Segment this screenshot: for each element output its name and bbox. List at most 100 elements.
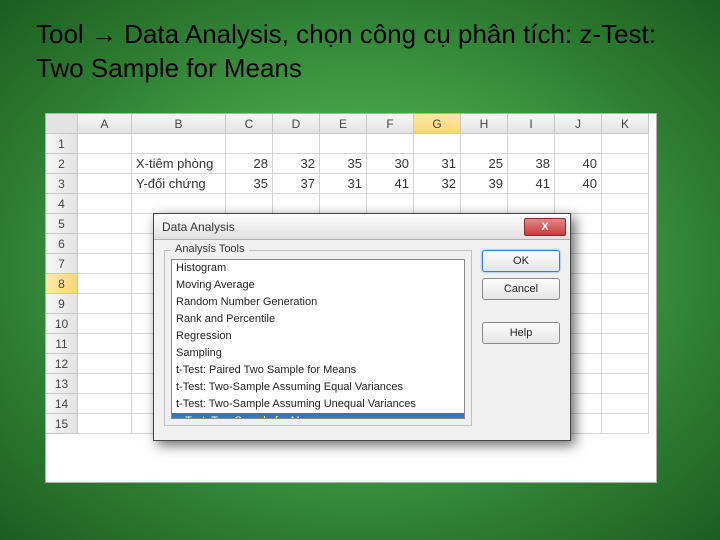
cell[interactable]: 38 [508, 154, 555, 174]
cell[interactable] [273, 194, 320, 214]
cell[interactable] [555, 134, 602, 154]
cell[interactable]: Y-đối chứng [132, 174, 226, 194]
cell[interactable] [602, 174, 649, 194]
cell[interactable]: 35 [226, 174, 273, 194]
cell[interactable] [226, 194, 273, 214]
cell[interactable] [602, 334, 649, 354]
cell[interactable] [367, 194, 414, 214]
cell[interactable] [78, 274, 132, 294]
analysis-tools-listbox[interactable]: HistogramMoving AverageRandom Number Gen… [171, 259, 465, 419]
cell[interactable] [602, 214, 649, 234]
cell[interactable]: 39 [461, 174, 508, 194]
cell[interactable]: 40 [555, 174, 602, 194]
row-header[interactable]: 2 [46, 154, 78, 174]
cell[interactable] [132, 194, 226, 214]
cell[interactable]: 40 [555, 154, 602, 174]
help-button[interactable]: Help [482, 322, 560, 344]
cell[interactable] [78, 394, 132, 414]
cell[interactable] [78, 234, 132, 254]
cell[interactable] [602, 194, 649, 214]
column-header[interactable]: C [226, 114, 273, 134]
cell[interactable] [78, 294, 132, 314]
cell[interactable] [78, 174, 132, 194]
cell[interactable]: 30 [367, 154, 414, 174]
row-header[interactable]: 8 [46, 274, 78, 294]
column-header[interactable]: H [461, 114, 508, 134]
list-item[interactable]: Rank and Percentile [172, 311, 464, 328]
cell[interactable]: 28 [226, 154, 273, 174]
cell[interactable] [414, 194, 461, 214]
cell[interactable]: 32 [414, 174, 461, 194]
cell[interactable]: 41 [508, 174, 555, 194]
column-header[interactable]: A [78, 114, 132, 134]
cell[interactable]: 31 [414, 154, 461, 174]
cell[interactable] [602, 414, 649, 434]
cell[interactable] [602, 314, 649, 334]
cell[interactable] [367, 134, 414, 154]
row-header[interactable]: 12 [46, 354, 78, 374]
cell[interactable] [461, 134, 508, 154]
row-header[interactable]: 5 [46, 214, 78, 234]
column-header[interactable]: I [508, 114, 555, 134]
cell[interactable] [414, 134, 461, 154]
cancel-button[interactable]: Cancel [482, 278, 560, 300]
column-header[interactable]: D [273, 114, 320, 134]
row-header[interactable]: 10 [46, 314, 78, 334]
cell[interactable]: 31 [320, 174, 367, 194]
cell[interactable] [602, 154, 649, 174]
list-item[interactable]: Regression [172, 328, 464, 345]
select-all-corner[interactable] [46, 114, 78, 134]
row-header[interactable]: 6 [46, 234, 78, 254]
list-item[interactable]: z-Test: Two Sample for Means [172, 413, 464, 419]
cell[interactable] [78, 374, 132, 394]
list-item[interactable]: Sampling [172, 345, 464, 362]
cell[interactable]: 35 [320, 154, 367, 174]
cell[interactable]: 25 [461, 154, 508, 174]
row-header[interactable]: 13 [46, 374, 78, 394]
row-header[interactable]: 4 [46, 194, 78, 214]
cell[interactable]: 37 [273, 174, 320, 194]
cell[interactable] [132, 134, 226, 154]
list-item[interactable]: t-Test: Two-Sample Assuming Equal Varian… [172, 379, 464, 396]
cell[interactable] [78, 314, 132, 334]
cell[interactable] [602, 234, 649, 254]
column-header[interactable]: B [132, 114, 226, 134]
ok-button[interactable]: OK [482, 250, 560, 272]
cell[interactable] [78, 254, 132, 274]
column-header[interactable]: K [602, 114, 649, 134]
row-header[interactable]: 11 [46, 334, 78, 354]
cell[interactable] [555, 194, 602, 214]
row-header[interactable]: 1 [46, 134, 78, 154]
list-item[interactable]: Random Number Generation [172, 294, 464, 311]
cell[interactable] [461, 194, 508, 214]
cell[interactable] [78, 414, 132, 434]
cell[interactable] [602, 374, 649, 394]
cell[interactable]: X-tiêm phòng [132, 154, 226, 174]
cell[interactable] [78, 154, 132, 174]
row-header[interactable]: 9 [46, 294, 78, 314]
cell[interactable] [273, 134, 320, 154]
row-header[interactable]: 15 [46, 414, 78, 434]
cell[interactable] [78, 214, 132, 234]
cell[interactable] [602, 274, 649, 294]
cell[interactable]: 41 [367, 174, 414, 194]
cell[interactable] [602, 254, 649, 274]
cell[interactable] [320, 134, 367, 154]
cell[interactable] [226, 134, 273, 154]
cell[interactable] [78, 194, 132, 214]
row-header[interactable]: 3 [46, 174, 78, 194]
row-header[interactable]: 7 [46, 254, 78, 274]
cell[interactable] [78, 354, 132, 374]
close-button[interactable]: X [524, 218, 566, 236]
cell[interactable] [320, 194, 367, 214]
cell[interactable] [602, 134, 649, 154]
cell[interactable] [78, 134, 132, 154]
cell[interactable] [508, 134, 555, 154]
column-header[interactable]: F [367, 114, 414, 134]
cell[interactable] [602, 294, 649, 314]
column-header[interactable]: E [320, 114, 367, 134]
cell[interactable] [508, 194, 555, 214]
cell[interactable] [602, 394, 649, 414]
dialog-titlebar[interactable]: Data Analysis X [154, 214, 570, 240]
column-header[interactable]: G [414, 114, 461, 134]
